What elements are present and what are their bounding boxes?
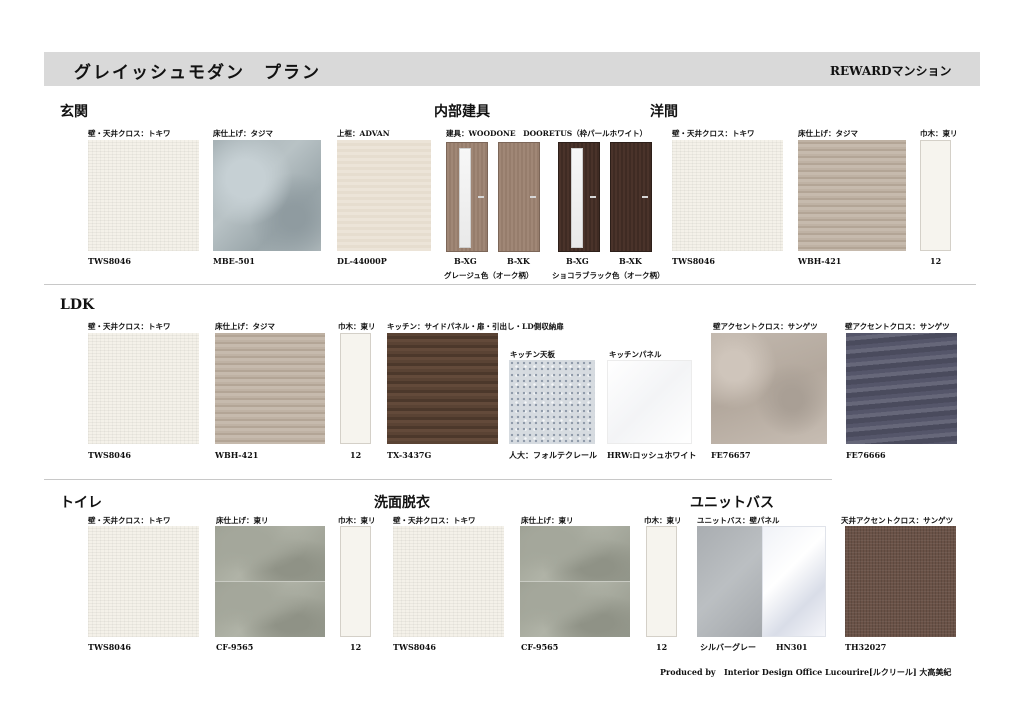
toilet-floor-swatch-bottom <box>215 582 325 637</box>
genkan-frame-label: 上框：ADVAN <box>337 129 390 138</box>
senmen-wall-swatch <box>393 526 504 637</box>
ldk-kitchen-swatch <box>387 333 498 444</box>
section-ldk: LDK <box>60 297 95 313</box>
footer-produced: Produced by <box>660 667 716 677</box>
toilet-floor-code: CF-9565 <box>216 642 254 652</box>
bath-ceil-swatch <box>845 526 956 637</box>
section-youma: 洋間 <box>650 104 678 120</box>
senmen-floor-swatch-bottom <box>520 582 630 637</box>
section-senmen: 洗面脱衣 <box>374 495 430 511</box>
project-name: REWARDマンション <box>830 64 952 78</box>
ldk-floor-label: 床仕上げ：タジマ <box>215 322 275 331</box>
ldk-panel-swatch <box>607 360 692 444</box>
divider <box>44 284 976 285</box>
ldk-accent2-swatch <box>846 333 957 444</box>
bath-panel-code1: シルバーグレー <box>700 642 756 652</box>
youma-floor-label: 床仕上げ：タジマ <box>798 129 858 138</box>
toilet-floor-label: 床仕上げ：東リ <box>216 516 269 525</box>
bath-panel-code2: HN301 <box>776 642 808 652</box>
toilet-trim-code: 12 <box>350 642 362 652</box>
ldk-wall-label: 壁・天井クロス：トキワ <box>88 322 171 331</box>
door-code: B-XK <box>507 256 530 266</box>
ldk-top-code: 人大：フォルテクレール <box>509 450 597 460</box>
ldk-wall-swatch <box>88 333 199 444</box>
youma-wall-code: TWS8046 <box>672 256 715 266</box>
genkan-frame-swatch <box>337 140 431 251</box>
toilet-wall-swatch <box>88 526 199 637</box>
door-handle-icon <box>590 196 596 198</box>
door-glass-panel <box>571 148 583 248</box>
youma-trim-code: 12 <box>930 256 942 266</box>
footer-office: Interior Design Office Lucourire[ルクリール] … <box>724 667 952 677</box>
door-code: B-XK <box>619 256 642 266</box>
door-color-greige: グレージュ色（オーク柄） <box>444 271 534 280</box>
ldk-floor-swatch <box>215 333 325 444</box>
bath-ceil-label: 天井アクセントクロス：サンゲツ <box>841 516 954 525</box>
ldk-wall-code: TWS8046 <box>88 450 131 460</box>
genkan-floor-label: 床仕上げ：タジマ <box>213 129 273 138</box>
genkan-floor-swatch <box>213 140 321 251</box>
ldk-panel-code: HRW:ロッシュホワイト <box>607 450 697 460</box>
genkan-wall-code: TWS8046 <box>88 256 131 266</box>
ldk-trim-label: 巾木：東リ <box>338 322 376 331</box>
door-code: B-XG <box>454 256 477 266</box>
ldk-floor-code: WBH-421 <box>215 450 259 460</box>
senmen-wall-code: TWS8046 <box>393 642 436 652</box>
senmen-trim-code: 12 <box>656 642 668 652</box>
ldk-kitchen-code: TX-3437G <box>387 450 432 460</box>
door-handle-icon <box>642 196 648 198</box>
section-toilet: トイレ <box>60 495 102 511</box>
youma-floor-code: WBH-421 <box>798 256 842 266</box>
ldk-trim-code: 12 <box>350 450 362 460</box>
toilet-floor-swatch-top <box>215 526 325 581</box>
bath-panel-swatch-gray <box>697 526 762 637</box>
ldk-top-label: キッチン天板 <box>510 350 555 359</box>
ldk-accent2-label: 壁アクセントクロス：サンゲツ <box>845 322 950 331</box>
senmen-floor-label: 床仕上げ：東リ <box>521 516 574 525</box>
youma-trim-swatch <box>920 140 951 251</box>
ldk-top-swatch <box>509 360 595 444</box>
senmen-wall-label: 壁・天井クロス：トキワ <box>393 516 476 525</box>
ldk-trim-swatch <box>340 333 371 444</box>
youma-floor-swatch <box>798 140 906 251</box>
senmen-floor-code: CF-9565 <box>521 642 559 652</box>
bath-panel-swatch-white <box>762 526 826 637</box>
ldk-accent1-code: FE76657 <box>711 450 751 460</box>
toilet-trim-label: 巾木：東リ <box>338 516 376 525</box>
section-naibu: 内部建具 <box>434 104 490 120</box>
door-label: 建具：WOODONE DOORETUS（枠パールホワイト） <box>446 129 648 138</box>
ldk-kitchen-label: キッチン：サイドパネル・扉・引出し・LD側収納扉 <box>387 322 564 331</box>
divider <box>44 479 832 480</box>
door-color-choco: ショコラブラック色（オーク柄） <box>552 271 665 280</box>
ldk-accent1-label: 壁アクセントクロス：サンゲツ <box>713 322 818 331</box>
bath-ceil-code: TH32027 <box>845 642 887 652</box>
genkan-frame-code: DL-44000P <box>337 256 387 266</box>
ldk-accent2-code: FE76666 <box>846 450 886 460</box>
page-title: グレイッシュモダン プラン <box>74 63 321 83</box>
genkan-wall-label: 壁・天井クロス：トキワ <box>88 129 171 138</box>
youma-wall-swatch <box>672 140 783 251</box>
youma-trim-label: 巾木：東リ <box>920 129 958 138</box>
senmen-floor-swatch-top <box>520 526 630 581</box>
senmen-trim-label: 巾木：東リ <box>644 516 682 525</box>
ldk-accent1-swatch <box>711 333 827 444</box>
door-handle-icon <box>478 196 484 198</box>
door-glass-panel <box>459 148 471 248</box>
toilet-wall-code: TWS8046 <box>88 642 131 652</box>
toilet-wall-label: 壁・天井クロス：トキワ <box>88 516 171 525</box>
section-genkan: 玄関 <box>60 104 88 120</box>
door-handle-icon <box>530 196 536 198</box>
section-bath: ユニットバス <box>690 495 774 511</box>
bath-panel-label: ユニットバス：壁パネル <box>697 516 780 525</box>
senmen-trim-swatch <box>646 526 677 637</box>
genkan-floor-code: MBE-501 <box>213 256 255 266</box>
ldk-panel-label: キッチンパネル <box>609 350 662 359</box>
genkan-wall-swatch <box>88 140 199 251</box>
toilet-trim-swatch <box>340 526 371 637</box>
youma-wall-label: 壁・天井クロス：トキワ <box>672 129 755 138</box>
door-code: B-XG <box>566 256 589 266</box>
